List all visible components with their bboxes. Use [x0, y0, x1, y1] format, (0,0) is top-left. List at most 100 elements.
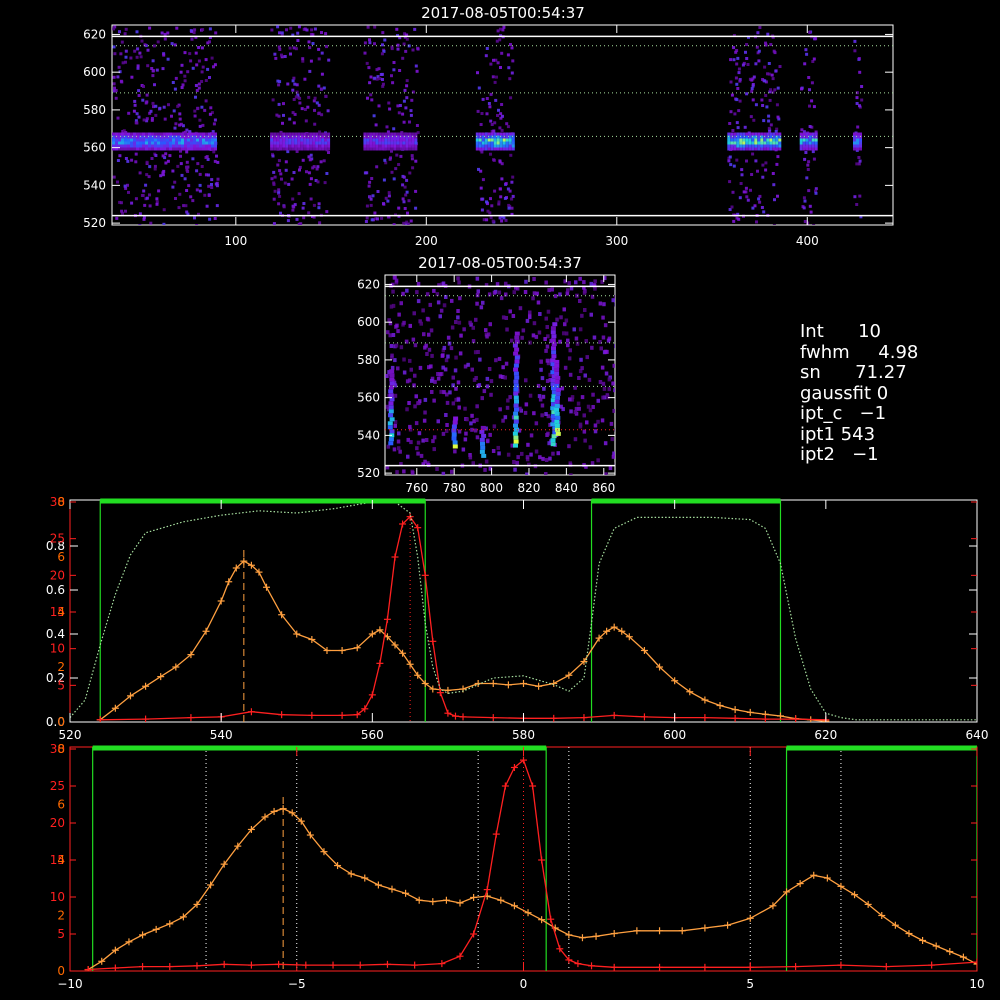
noise-pixel — [766, 32, 770, 36]
band-pixel — [184, 141, 187, 145]
noise-pixel — [430, 390, 434, 394]
band-pixel — [808, 141, 812, 145]
streak-pixel — [512, 431, 518, 436]
band-pixel — [387, 132, 391, 136]
noise-pixel — [289, 52, 292, 56]
streak-pixel — [514, 355, 520, 360]
noise-pixel — [468, 320, 472, 325]
noise-pixel — [568, 372, 573, 377]
band-pixel — [745, 135, 749, 139]
band-pixel — [481, 144, 485, 148]
noise-pixel — [860, 98, 864, 102]
noise-pixel — [308, 158, 312, 162]
band-pixel — [733, 135, 737, 139]
noise-pixel — [284, 160, 288, 164]
band-pixel — [112, 144, 115, 148]
noise-pixel — [539, 367, 543, 372]
noise-pixel — [473, 428, 478, 433]
noise-pixel — [370, 98, 374, 102]
noise-pixel — [312, 99, 316, 103]
band-pixel — [121, 132, 124, 136]
noise-pixel — [277, 188, 281, 192]
noise-pixel — [374, 123, 378, 127]
band-pixel — [285, 135, 289, 139]
noise-pixel — [732, 58, 736, 62]
band-pixel — [487, 141, 491, 145]
noise-pixel — [502, 25, 506, 29]
band-pixel — [402, 141, 406, 145]
band-pixel — [139, 141, 142, 145]
noise-pixel — [401, 56, 405, 60]
band-pixel — [490, 144, 494, 148]
noise-pixel — [137, 115, 141, 119]
band-pixel — [151, 144, 154, 148]
band-pixel — [184, 138, 187, 142]
noise-pixel — [583, 438, 587, 443]
band-pixel — [499, 138, 503, 142]
noise-pixel — [489, 119, 493, 123]
band-pixel — [291, 138, 295, 142]
band-pixel — [775, 144, 779, 148]
noise-pixel — [153, 167, 157, 171]
band-pixel — [853, 147, 856, 151]
noise-pixel — [383, 38, 387, 42]
noise-pixel — [564, 331, 569, 336]
noise-pixel — [309, 59, 313, 63]
noise-pixel — [812, 105, 816, 109]
noise-pixel — [488, 322, 492, 327]
noise-pixel — [608, 466, 613, 471]
noise-pixel — [370, 218, 374, 222]
noise-pixel — [751, 152, 755, 156]
noise-pixel — [525, 472, 529, 475]
noise-pixel — [736, 126, 740, 130]
noise-pixel — [566, 288, 570, 293]
band-pixel — [727, 147, 731, 151]
noise-pixel — [540, 376, 545, 381]
noise-pixel — [148, 204, 152, 208]
y-tick-label-orange: 8 — [57, 742, 65, 756]
noise-pixel — [762, 210, 766, 214]
band-pixel — [139, 132, 142, 136]
noise-pixel — [170, 42, 174, 46]
noise-pixel — [499, 66, 502, 69]
noise-pixel — [497, 356, 502, 361]
band-pixel — [124, 147, 127, 151]
noise-pixel — [286, 150, 290, 154]
band-pixel — [730, 147, 734, 151]
band-pixel — [184, 147, 187, 151]
noise-pixel — [375, 165, 379, 169]
noise-pixel — [207, 184, 211, 188]
band-pixel — [484, 138, 488, 142]
noise-pixel — [441, 431, 446, 436]
noise-pixel — [479, 123, 483, 126]
noise-pixel — [413, 27, 417, 31]
noise-pixel — [510, 180, 514, 184]
noise-pixel — [746, 63, 750, 66]
band-pixel — [169, 144, 172, 148]
noise-pixel — [176, 164, 180, 168]
noise-pixel — [492, 290, 497, 295]
noise-pixel — [179, 154, 182, 158]
noise-pixel — [427, 347, 432, 352]
noise-pixel — [366, 25, 370, 29]
band-pixel — [478, 138, 482, 142]
noise-pixel — [280, 177, 283, 181]
noise-pixel — [445, 423, 449, 427]
noise-pixel — [200, 80, 204, 83]
noise-pixel — [272, 170, 276, 174]
band-pixel — [306, 144, 310, 148]
noise-pixel — [568, 348, 572, 353]
noise-pixel — [489, 62, 493, 66]
streak-pixel — [513, 403, 519, 408]
noise-pixel — [758, 26, 762, 29]
noise-pixel — [414, 64, 418, 68]
band-pixel — [805, 147, 809, 151]
noise-pixel — [303, 77, 307, 81]
noise-pixel — [402, 175, 406, 179]
noise-pixel — [327, 58, 331, 62]
band-pixel — [372, 147, 376, 151]
streak-pixel — [554, 383, 560, 388]
noise-pixel — [277, 159, 281, 163]
band-pixel — [799, 141, 803, 145]
noise-pixel — [425, 316, 430, 321]
